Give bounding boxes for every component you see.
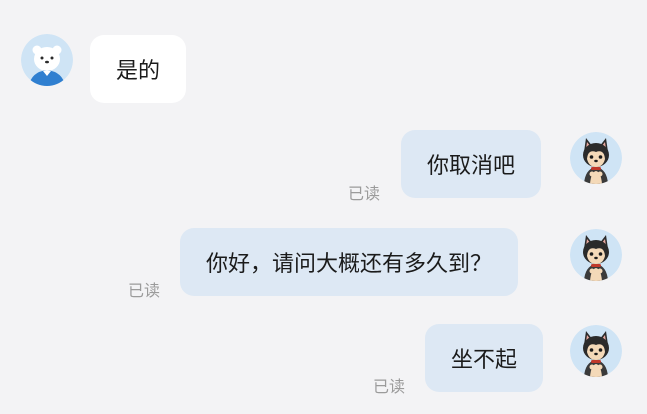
shiba-dog-avatar-icon[interactable]	[570, 132, 622, 184]
message-bubble-outgoing[interactable]: 你取消吧	[401, 130, 542, 198]
message-text: 你好，请问大概还有多久到？	[206, 252, 493, 277]
read-receipt: 已读	[373, 377, 406, 396]
polar-bear-avatar-icon[interactable]	[21, 34, 73, 86]
shiba-dog-avatar-icon[interactable]	[570, 229, 622, 281]
shiba-dog-avatar-icon[interactable]	[570, 325, 622, 377]
read-receipt: 已读	[348, 184, 381, 203]
message-text: 你取消吧	[427, 154, 516, 179]
chat-window: 是的 已读 你取消吧 已读 你好，请问大概还有多久到？ 已读 坐不起	[0, 0, 647, 414]
message-bubble-incoming[interactable]: 是的	[90, 35, 187, 103]
message-text: 是的	[116, 59, 161, 84]
message-bubble-outgoing[interactable]: 坐不起	[425, 324, 544, 392]
read-receipt: 已读	[128, 281, 161, 300]
message-bubble-outgoing[interactable]: 你好，请问大概还有多久到？	[180, 228, 519, 296]
message-text: 坐不起	[451, 348, 518, 373]
